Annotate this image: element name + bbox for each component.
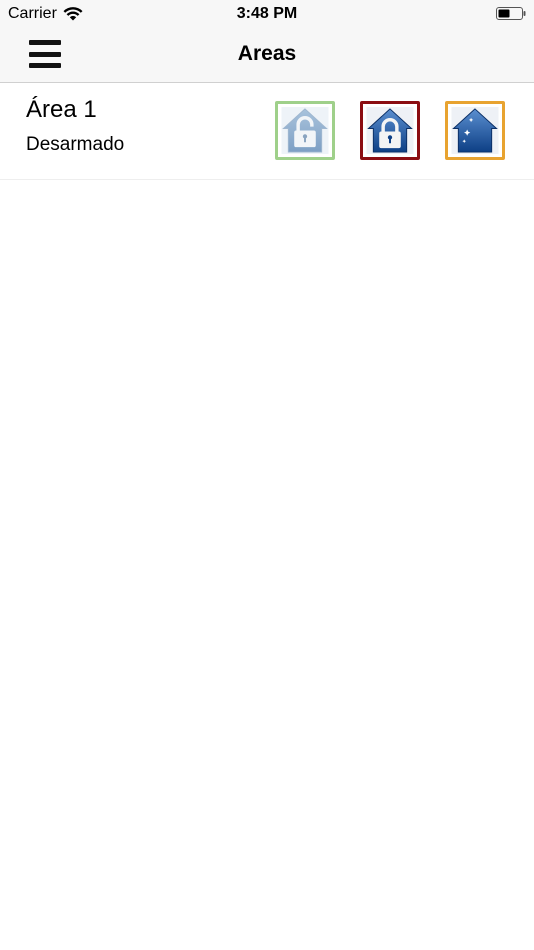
disarm-button[interactable] xyxy=(275,101,335,160)
area-name: Área 1 xyxy=(26,96,97,123)
status-bar: Carrier 3:48 PM xyxy=(0,0,534,28)
house-night-icon xyxy=(451,106,499,155)
house-unlocked-icon xyxy=(281,106,329,155)
page-title: Areas xyxy=(237,42,297,65)
area-row: Área 1 Desarmado xyxy=(0,84,534,180)
area-status: Desarmado xyxy=(26,134,125,155)
night-mode-button[interactable] xyxy=(445,101,505,160)
house-locked-icon xyxy=(366,106,414,155)
status-time: 3:48 PM xyxy=(236,5,298,22)
navigation-bar: Areas xyxy=(0,28,534,83)
arm-button[interactable] xyxy=(360,101,420,160)
battery-icon xyxy=(496,7,526,20)
